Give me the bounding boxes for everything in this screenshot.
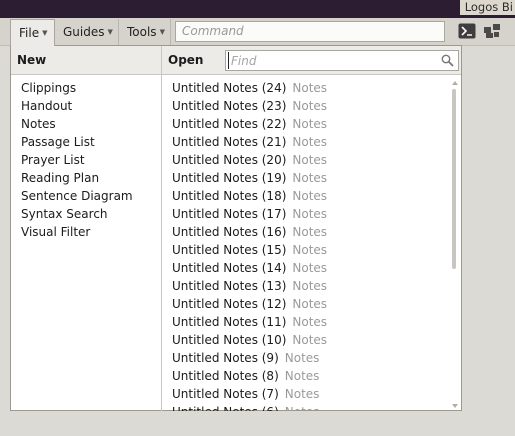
open-item[interactable]: Untitled Notes (22) Notes [162,115,452,133]
tools-menu-label: Tools [127,25,157,39]
new-section-header: New [17,53,47,67]
open-list-scrollbar[interactable] [450,79,460,411]
window-titlebar: Logos Bi [0,0,515,18]
open-item-title: Untitled Notes (23) [172,99,287,113]
open-item-title: Untitled Notes (6) [172,405,279,411]
open-item-type: Notes [292,135,328,149]
app-title: Logos Bi [459,0,515,15]
open-item[interactable]: Untitled Notes (12) Notes [162,295,452,313]
open-item-title: Untitled Notes (8) [172,369,279,383]
open-item-type: Notes [292,153,328,167]
guides-menu-button[interactable]: Guides ▼ [55,19,119,46]
open-item[interactable]: Untitled Notes (21) Notes [162,133,452,151]
open-item[interactable]: Untitled Notes (24) Notes [162,79,452,97]
open-item[interactable]: Untitled Notes (11) Notes [162,313,452,331]
file-menu-button[interactable]: File ▼ [10,19,55,46]
open-item[interactable]: Untitled Notes (23) Notes [162,97,452,115]
guides-menu-label: Guides [63,25,105,39]
open-item-type: Notes [292,189,328,203]
open-item-title: Untitled Notes (21) [172,135,287,149]
new-item[interactable]: Notes [11,115,161,133]
scroll-up-arrow-icon[interactable] [452,81,458,85]
open-item-title: Untitled Notes (13) [172,279,287,293]
new-item[interactable]: Reading Plan [11,169,161,187]
new-item[interactable]: Passage List [11,133,161,151]
open-items-list: Untitled Notes (24) Notes Untitled Notes (… [162,79,452,411]
new-item[interactable]: Sentence Diagram [11,187,161,205]
new-item[interactable]: Clippings [11,79,161,97]
scrollbar-thumb[interactable] [452,89,456,269]
open-item-type: Notes [284,351,320,365]
new-item[interactable]: Syntax Search [11,205,161,223]
open-item[interactable]: Untitled Notes (7) Notes [162,385,452,403]
command-input[interactable]: Command [175,21,445,42]
chevron-down-icon: ▼ [107,28,113,36]
file-dropdown-panel: New Open ClippingsHandoutNotesPassage Li… [10,45,462,411]
open-item-title: Untitled Notes (7) [172,387,279,401]
open-item-type: Notes [292,333,328,347]
open-item-type: Notes [285,405,320,411]
open-item-title: Untitled Notes (10) [172,333,287,347]
open-item-title: Untitled Notes (16) [172,225,287,239]
search-icon [441,54,454,67]
open-item[interactable]: Untitled Notes (13) Notes [162,277,452,295]
file-menu-label: File [19,26,40,40]
open-item-type: Notes [292,81,328,95]
open-item[interactable]: Untitled Notes (15) Notes [162,241,452,259]
open-item-title: Untitled Notes (11) [172,315,287,329]
open-item[interactable]: Untitled Notes (10) Notes [162,331,452,349]
open-item-title: Untitled Notes (14) [172,261,287,275]
tools-menu-button[interactable]: Tools ▼ [119,19,171,46]
open-item[interactable]: Untitled Notes (8) Notes [162,367,452,385]
open-item-type: Notes [292,99,328,113]
open-item-title: Untitled Notes (9) [172,351,279,365]
chevron-down-icon: ▼ [42,29,48,37]
scroll-down-arrow-icon[interactable] [452,404,458,408]
open-item-type: Notes [292,207,328,221]
open-item-title: Untitled Notes (15) [172,243,287,257]
open-item-type: Notes [284,369,320,383]
dropdown-header: New Open [11,46,461,75]
panels-icon[interactable] [483,23,501,39]
open-item[interactable]: Untitled Notes (14) Notes [162,259,452,277]
open-item-type: Notes [284,387,320,401]
new-items-list: Clippings Handout Notes Passage List Prayer … [11,79,161,241]
open-item-title: Untitled Notes (24) [172,81,287,95]
open-item-title: Untitled Notes (12) [172,297,287,311]
open-item-type: Notes [292,315,328,329]
open-item-title: Untitled Notes (20) [172,153,287,167]
open-item[interactable]: Untitled Notes (18) Notes [162,187,452,205]
open-item-type: Notes [292,171,328,185]
open-item[interactable]: Untitled Notes (20) Notes [162,151,452,169]
open-item-title: Untitled Notes (19) [172,171,287,185]
console-icon[interactable] [458,23,476,39]
open-item-type: Notes [292,279,328,293]
open-item-type: Notes [292,117,328,131]
main-toolbar: File ▼ Guides ▼ Tools ▼ Command [0,18,515,46]
new-item[interactable]: Prayer List [11,151,161,169]
open-item[interactable]: Untitled Notes (9) Notes [162,349,452,367]
open-item[interactable]: Untitled Notes (19) Notes [162,169,452,187]
open-item[interactable]: Untitled Notes (17) Notes [162,205,452,223]
new-item[interactable]: Handout [11,97,161,115]
new-item[interactable]: Visual Filter [11,223,161,241]
find-input[interactable] [228,52,438,69]
open-item-type: Notes [292,261,328,275]
open-item[interactable]: Untitled Notes (16) Notes [162,223,452,241]
open-item[interactable]: Untitled Notes (6) Notes [162,403,452,411]
open-item-title: Untitled Notes (18) [172,189,287,203]
open-item-type: Notes [292,243,328,257]
open-item-title: Untitled Notes (17) [172,207,287,221]
open-item-type: Notes [292,297,328,311]
open-item-title: Untitled Notes (22) [172,117,287,131]
open-item-type: Notes [292,225,328,239]
open-section-header: Open [168,53,204,67]
chevron-down-icon: ▼ [159,28,165,36]
find-field[interactable] [225,50,459,71]
